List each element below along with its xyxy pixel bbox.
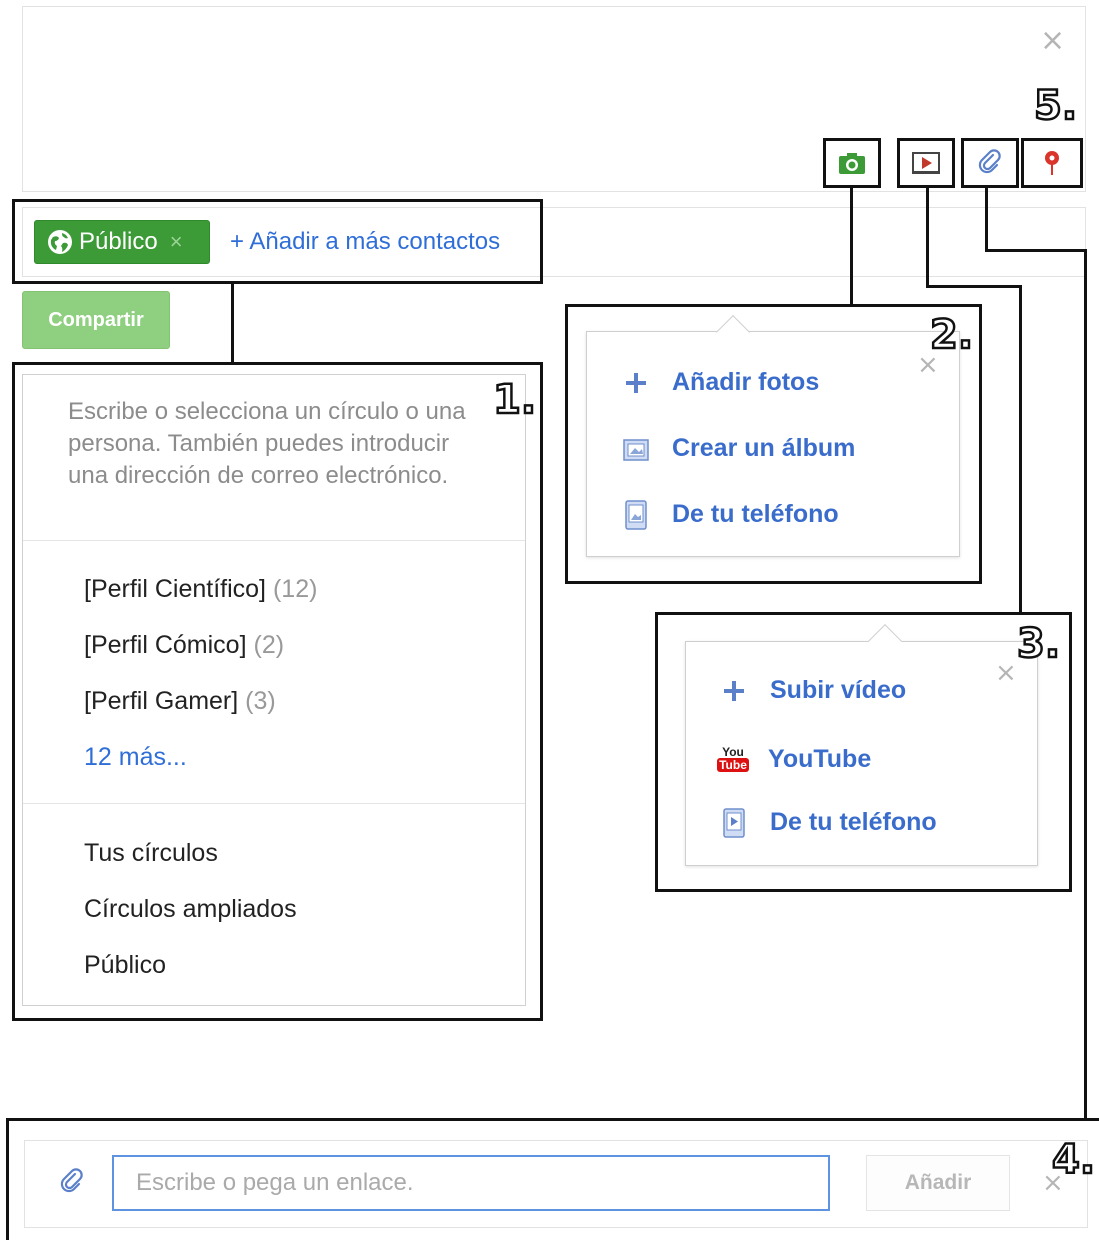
upload-video-label: Subir vídeo xyxy=(770,676,907,704)
add-photos-item[interactable]: Añadir fotos xyxy=(622,368,819,397)
youtube-item[interactable]: You Tube YouTube xyxy=(716,742,871,776)
add-photo-button[interactable] xyxy=(823,138,881,188)
phone-icon xyxy=(622,499,650,530)
photos-from-phone-label: De tu teléfono xyxy=(672,500,839,528)
connector-line-3 xyxy=(926,285,1022,288)
album-icon xyxy=(622,435,650,463)
divider xyxy=(23,540,525,541)
connector-line-3 xyxy=(926,188,929,288)
circle-item-count: (2) xyxy=(253,631,285,659)
youtube-icon: You Tube xyxy=(717,745,749,772)
globe-icon xyxy=(48,230,72,254)
phone-video-icon xyxy=(720,807,748,838)
more-circles-link[interactable]: 12 más... xyxy=(84,743,187,772)
circle-item[interactable]: [Perfil Gamer] (3) xyxy=(84,687,276,716)
link-bar-close-icon[interactable]: × xyxy=(1042,1170,1064,1196)
link-input[interactable] xyxy=(112,1155,830,1211)
plus-icon xyxy=(622,369,650,397)
connector-line-4 xyxy=(985,249,1087,252)
add-contacts-link[interactable]: + Añadir a más contactos xyxy=(230,228,500,256)
annotation-numeral-5: 5. xyxy=(1033,83,1079,129)
youtube-label: YouTube xyxy=(768,744,872,773)
plus-icon xyxy=(720,677,748,705)
annotation-numeral-1: 1. xyxy=(492,377,538,423)
circle-item-name: [Perfil Gamer] xyxy=(84,687,239,715)
annotation-numeral-3: 3. xyxy=(1016,621,1062,667)
share-button[interactable]: Compartir xyxy=(22,291,170,349)
link-icon xyxy=(978,149,1001,174)
connector-line-3 xyxy=(1019,285,1022,614)
connector-line-2 xyxy=(850,188,853,306)
option-your-circles[interactable]: Tus círculos xyxy=(84,839,218,868)
circle-item-name: [Perfil Científico] xyxy=(84,575,267,603)
public-chip-label: Público xyxy=(79,228,158,255)
create-album-label: Crear un álbum xyxy=(672,434,856,462)
circle-item-count: (3) xyxy=(245,687,276,715)
circle-item[interactable]: [Perfil Científico] (12) xyxy=(84,575,317,604)
link-icon xyxy=(58,1168,86,1201)
video-from-phone-label: De tu teléfono xyxy=(770,808,937,836)
recipient-hint: Escribe o selecciona un círculo o una pe… xyxy=(68,398,466,489)
location-pin-icon xyxy=(1045,151,1059,175)
video-from-phone-item[interactable]: De tu teléfono xyxy=(720,807,937,838)
video-icon xyxy=(912,152,940,174)
divider xyxy=(23,803,525,804)
circle-item-name: [Perfil Cómico] xyxy=(84,631,247,659)
add-link-submit-button[interactable]: Añadir xyxy=(866,1155,1010,1211)
public-chip-remove-icon[interactable]: × xyxy=(170,229,183,255)
create-album-item[interactable]: Crear un álbum xyxy=(622,434,855,463)
annotation-numeral-2: 2. xyxy=(929,312,975,358)
upload-video-item[interactable]: Subir vídeo xyxy=(720,676,906,705)
add-link-button[interactable] xyxy=(961,138,1019,188)
video-menu-close-icon[interactable]: × xyxy=(995,660,1017,686)
circle-item-count: (12) xyxy=(272,575,318,603)
add-location-button[interactable] xyxy=(1021,138,1083,188)
connector-line-4 xyxy=(985,188,988,252)
add-video-button[interactable] xyxy=(897,138,955,188)
circle-item[interactable]: [Perfil Cómico] (2) xyxy=(84,631,284,660)
public-chip[interactable]: Público × xyxy=(34,220,210,264)
add-photos-label: Añadir fotos xyxy=(672,368,820,396)
connector-line-1 xyxy=(231,284,234,364)
photos-from-phone-item[interactable]: De tu teléfono xyxy=(622,499,839,530)
option-extended-circles[interactable]: Círculos ampliados xyxy=(84,895,297,924)
connector-line-4 xyxy=(1084,249,1087,1121)
camera-icon xyxy=(839,153,865,174)
option-public[interactable]: Público xyxy=(84,951,166,980)
compose-close-icon[interactable]: × xyxy=(1040,26,1065,56)
